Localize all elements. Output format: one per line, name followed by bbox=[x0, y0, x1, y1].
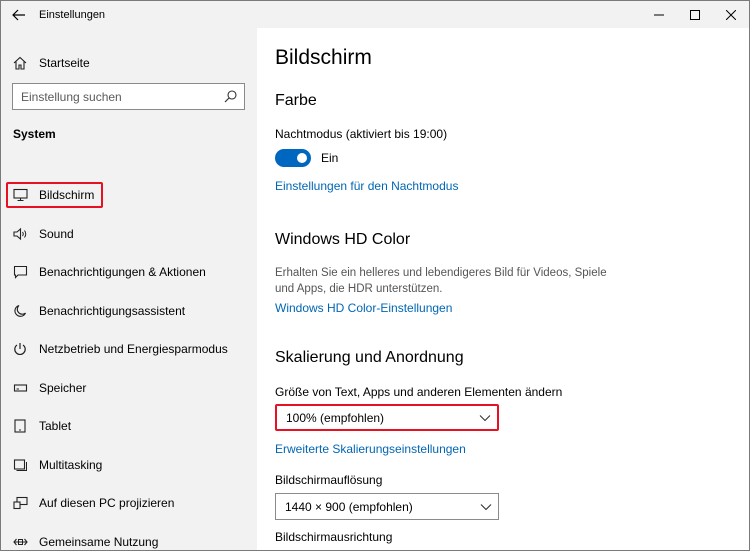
night-mode-label: Nachtmodus (aktiviert bis 19:00) bbox=[275, 127, 448, 141]
minimize-button[interactable] bbox=[641, 1, 677, 28]
sidebar-item-focus-assist[interactable]: Benachrichtigungsassistent bbox=[1, 292, 257, 331]
close-button[interactable] bbox=[713, 1, 749, 28]
maximize-icon bbox=[690, 9, 700, 20]
search-input[interactable]: Einstellung suchen bbox=[12, 83, 245, 110]
search-icon[interactable] bbox=[220, 90, 240, 103]
power-icon bbox=[12, 341, 28, 357]
search-placeholder: Einstellung suchen bbox=[21, 89, 122, 104]
back-button[interactable] bbox=[1, 1, 37, 28]
selection-highlight bbox=[6, 182, 103, 208]
sidebar: Startseite Einstellung suchen System Bil… bbox=[1, 28, 257, 550]
sidebar-item-storage[interactable]: Speicher bbox=[1, 369, 257, 408]
main-content: Bildschirm Farbe Nachtmodus (aktiviert b… bbox=[257, 28, 749, 550]
scale-size-label: Größe von Text, Apps und anderen Element… bbox=[275, 385, 563, 399]
resolution-label: Bildschirmauflösung bbox=[275, 473, 383, 487]
tablet-icon bbox=[12, 418, 28, 434]
chevron-down-icon bbox=[473, 414, 497, 422]
sidebar-item-project[interactable]: Auf diesen PC projizieren bbox=[1, 484, 257, 523]
section-title: System bbox=[13, 127, 56, 141]
sidebar-item-display[interactable]: Bildschirm bbox=[1, 176, 257, 215]
sidebar-item-label: Speicher bbox=[39, 380, 87, 395]
project-icon bbox=[12, 495, 28, 511]
chevron-down-icon bbox=[474, 503, 498, 511]
speaker-icon bbox=[12, 226, 28, 242]
night-mode-settings-link[interactable]: Einstellungen für den Nachtmodus bbox=[275, 179, 458, 193]
hdr-settings-link[interactable]: Windows HD Color-Einstellungen bbox=[275, 301, 452, 315]
sidebar-item-multitasking[interactable]: Multitasking bbox=[1, 446, 257, 485]
back-arrow-icon bbox=[12, 9, 25, 20]
sidebar-item-label: Multitasking bbox=[39, 457, 103, 472]
multitasking-icon bbox=[12, 457, 28, 473]
sidebar-item-tablet[interactable]: Tablet bbox=[1, 407, 257, 446]
sidebar-nav: Bildschirm Sound Benachrichtigungen & Ak… bbox=[1, 176, 257, 551]
toggle-knob bbox=[297, 153, 307, 163]
resolution-dropdown-value: 1440 × 900 (empfohlen) bbox=[285, 499, 413, 514]
sidebar-item-home[interactable]: Startseite bbox=[1, 51, 257, 75]
scale-dropdown-value: 100% (empfohlen) bbox=[286, 410, 385, 425]
advanced-scaling-link[interactable]: Erweiterte Skalierungseinstellungen bbox=[275, 442, 466, 456]
title-bar: Einstellungen bbox=[1, 1, 749, 28]
hdr-description: Erhalten Sie ein helleres und lebendiger… bbox=[275, 267, 607, 295]
page-title: Bildschirm bbox=[275, 46, 372, 69]
storage-icon bbox=[12, 380, 28, 396]
night-mode-toggle-row: Ein bbox=[275, 149, 338, 167]
resolution-dropdown[interactable]: 1440 × 900 (empfohlen) bbox=[275, 493, 499, 520]
sidebar-item-shared[interactable]: Gemeinsame Nutzung bbox=[1, 523, 257, 551]
sidebar-item-label: Netzbetrieb und Energiesparmodus bbox=[39, 342, 228, 357]
moon-icon bbox=[12, 303, 28, 319]
notification-icon bbox=[12, 264, 28, 280]
sidebar-item-label: Gemeinsame Nutzung bbox=[39, 534, 159, 549]
sidebar-item-label: Sound bbox=[39, 226, 74, 241]
maximize-button[interactable] bbox=[677, 1, 713, 28]
sidebar-item-label: Benachrichtigungsassistent bbox=[39, 303, 186, 318]
scale-dropdown[interactable]: 100% (empfohlen) bbox=[275, 404, 499, 431]
sidebar-item-notifications[interactable]: Benachrichtigungen & Aktionen bbox=[1, 253, 257, 292]
window-controls bbox=[641, 1, 749, 28]
sidebar-item-label: Tablet bbox=[39, 419, 72, 434]
close-icon bbox=[726, 9, 736, 20]
sidebar-item-label: Benachrichtigungen & Aktionen bbox=[39, 265, 206, 280]
sidebar-item-label: Auf diesen PC projizieren bbox=[39, 496, 175, 511]
shared-icon bbox=[12, 534, 28, 550]
window-title: Einstellungen bbox=[39, 8, 106, 21]
sidebar-item-sound[interactable]: Sound bbox=[1, 215, 257, 254]
minimize-icon bbox=[654, 14, 664, 15]
sidebar-item-power[interactable]: Netzbetrieb und Energiesparmodus bbox=[1, 330, 257, 369]
night-mode-toggle[interactable] bbox=[275, 149, 311, 167]
scaling-section-heading: Skalierung und Anordnung bbox=[275, 349, 464, 366]
toggle-state-label: Ein bbox=[321, 151, 339, 165]
color-section-heading: Farbe bbox=[275, 92, 317, 109]
hdr-section-heading: Windows HD Color bbox=[275, 231, 411, 248]
home-icon bbox=[12, 55, 28, 71]
sidebar-home-label: Startseite bbox=[39, 56, 90, 70]
orientation-label: Bildschirmausrichtung bbox=[275, 530, 393, 544]
settings-window: Einstellungen Startseite Einstellung suc… bbox=[0, 0, 750, 551]
